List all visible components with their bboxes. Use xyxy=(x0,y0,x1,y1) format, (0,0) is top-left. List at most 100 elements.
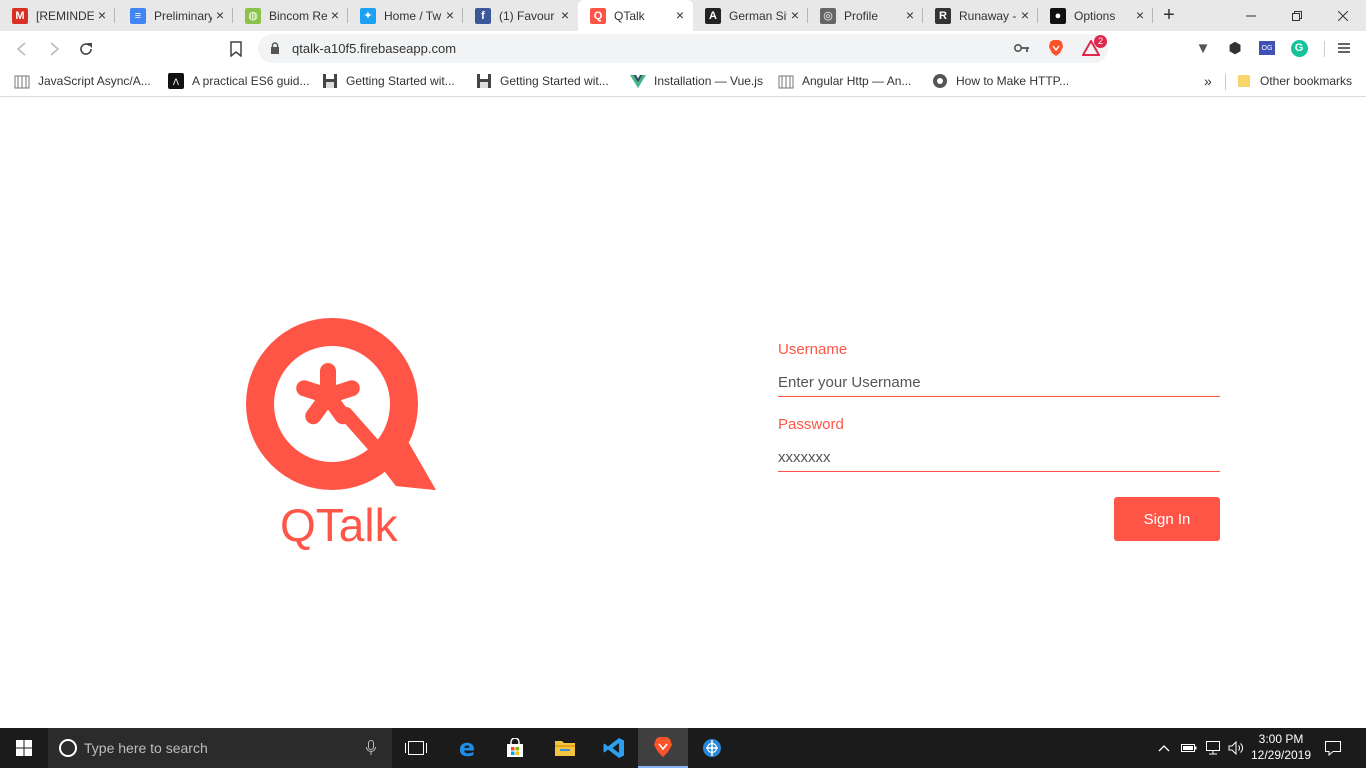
bookmark-site-icon xyxy=(778,73,794,89)
username-input[interactable] xyxy=(778,369,1220,397)
close-tab-icon[interactable]: × xyxy=(213,8,227,22)
tab-title: Home / Tw xyxy=(384,8,442,23)
key-icon[interactable] xyxy=(1014,43,1030,53)
angular-icon: A xyxy=(705,7,721,24)
sign-in-button[interactable]: Sign In xyxy=(1114,497,1220,541)
microphone-icon[interactable] xyxy=(366,740,376,756)
close-tab-icon[interactable]: × xyxy=(95,8,109,22)
vue-icon xyxy=(630,73,646,89)
notification-icon xyxy=(1325,741,1341,756)
tab-title: Profile xyxy=(844,8,879,23)
close-tab-icon[interactable]: × xyxy=(558,8,572,22)
extension-og-icon: OG xyxy=(1259,41,1275,55)
action-center-button[interactable] xyxy=(1318,728,1348,768)
url-text: qtalk-a10f5.firebaseapp.com xyxy=(292,41,457,56)
grammarly-button[interactable]: G xyxy=(1290,39,1308,57)
extension-cube-button[interactable]: ⬢ xyxy=(1226,39,1244,57)
tab-title: QTalk xyxy=(614,8,645,23)
minimize-button[interactable] xyxy=(1228,0,1274,31)
file-explorer-taskbar-button[interactable] xyxy=(541,728,589,768)
brave-shields-button[interactable] xyxy=(1047,39,1065,57)
qtalk-logo-icon xyxy=(246,318,436,490)
taskbar-search-box[interactable]: Type here to search xyxy=(48,728,392,768)
brave-taskbar-button[interactable] xyxy=(638,728,688,768)
bookmark-page-button[interactable] xyxy=(224,37,248,61)
brave-rewards-button[interactable]: 2 xyxy=(1082,35,1107,57)
bookmark-label: A practical ES6 guid... xyxy=(192,74,310,88)
extension-og-button[interactable]: OG xyxy=(1258,39,1276,57)
close-tab-icon[interactable]: × xyxy=(328,8,342,22)
tab-title: Runaway - xyxy=(959,8,1017,23)
start-button[interactable] xyxy=(0,728,48,768)
close-tab-icon[interactable]: × xyxy=(788,8,802,22)
runaway-icon: R xyxy=(935,7,951,24)
network-tray-icon[interactable] xyxy=(1202,728,1224,768)
edge-taskbar-button[interactable]: e xyxy=(443,728,491,768)
bookmark-label: Getting Started wit... xyxy=(500,74,609,88)
volume-tray-icon[interactable] xyxy=(1227,728,1247,768)
bookmark-item[interactable]: How to Make HTTP... xyxy=(932,72,1069,90)
close-tab-icon[interactable]: × xyxy=(443,8,457,22)
tab-10[interactable]: ● Options × xyxy=(1038,0,1153,31)
tab-5[interactable]: f (1) Favour × xyxy=(463,0,578,31)
bookmarks-divider xyxy=(1225,74,1226,90)
close-icon xyxy=(1338,10,1348,21)
bookmark-icon xyxy=(230,41,242,57)
tab-6[interactable]: Q QTalk × xyxy=(578,0,693,31)
bookmark-item[interactable]: JavaScript Async/A... xyxy=(14,72,151,90)
vscode-taskbar-button[interactable] xyxy=(590,728,638,768)
bookmark-item[interactable]: Getting Started wit... xyxy=(322,72,455,90)
tab-8[interactable]: ◎ Profile × xyxy=(808,0,923,31)
close-tab-icon[interactable]: × xyxy=(673,8,687,22)
network-app-taskbar-button[interactable] xyxy=(688,728,736,768)
address-bar[interactable]: qtalk-a10f5.firebaseapp.com xyxy=(258,34,1108,63)
tab-4[interactable]: ✦ Home / Tw × xyxy=(348,0,463,31)
tab-9[interactable]: R Runaway - × xyxy=(923,0,1038,31)
bookmark-item[interactable]: Installation — Vue.js xyxy=(630,72,763,90)
tab-1[interactable]: M [REMINDER× xyxy=(0,0,115,31)
forward-arrow-icon xyxy=(50,42,60,56)
bookmark-label: Angular Http — An... xyxy=(802,74,912,88)
tab-3[interactable]: ◍ Bincom Re × xyxy=(233,0,348,31)
close-tab-icon[interactable]: × xyxy=(903,8,917,22)
bookmark-label: JavaScript Async/A... xyxy=(38,74,151,88)
bookmark-label: Installation — Vue.js xyxy=(654,74,763,88)
tab-2[interactable]: ≡ Preliminary × xyxy=(118,0,233,31)
back-button[interactable] xyxy=(10,37,34,61)
bookmarks-overflow-button[interactable]: » xyxy=(1204,72,1212,90)
bookmark-item[interactable]: Angular Http — An... xyxy=(778,72,911,90)
system-clock[interactable]: 3:00 PM 12/29/2019 xyxy=(1248,731,1314,763)
globe-icon: ◎ xyxy=(820,7,836,24)
new-tab-button[interactable]: + xyxy=(1158,5,1180,27)
close-tab-icon[interactable]: × xyxy=(1133,8,1147,22)
store-taskbar-button[interactable] xyxy=(491,728,539,768)
password-input[interactable] xyxy=(778,444,1220,472)
username-label: Username xyxy=(778,341,848,358)
globe-app-icon xyxy=(703,739,721,757)
bookmark-item[interactable]: Λ A practical ES6 guid... xyxy=(168,72,309,90)
bookmark-site-icon xyxy=(14,73,30,89)
close-window-button[interactable] xyxy=(1320,0,1366,31)
show-hidden-icons-button[interactable] xyxy=(1155,728,1173,768)
battery-tray-icon[interactable] xyxy=(1179,728,1199,768)
other-bookmarks-label: Other bookmarks xyxy=(1260,74,1353,88)
restore-button[interactable] xyxy=(1274,0,1320,31)
other-bookmarks-folder[interactable]: Other bookmarks xyxy=(1236,72,1352,90)
close-tab-icon[interactable]: × xyxy=(1018,8,1032,22)
docs-icon: ≡ xyxy=(130,7,146,24)
tab-7[interactable]: A German Sit × xyxy=(693,0,808,31)
extension-cube-icon: ⬢ xyxy=(1228,40,1242,57)
rewards-badge: 2 xyxy=(1094,35,1107,48)
floppy-icon xyxy=(322,73,338,89)
reload-button[interactable] xyxy=(74,37,98,61)
forward-button[interactable] xyxy=(42,37,66,61)
bookmark-item[interactable]: Getting Started wit... xyxy=(476,72,609,90)
browser-menu-button[interactable] xyxy=(1335,39,1353,57)
task-view-button[interactable] xyxy=(392,728,440,768)
reload-icon xyxy=(80,43,92,55)
windows-taskbar: Type here to search e 3:00 PM 12/29/2019 xyxy=(0,728,1366,768)
folder-icon xyxy=(1236,73,1252,89)
restore-icon xyxy=(1292,10,1302,21)
extension-v-button[interactable]: ▼ xyxy=(1194,39,1212,57)
search-placeholder: Type here to search xyxy=(84,740,208,756)
